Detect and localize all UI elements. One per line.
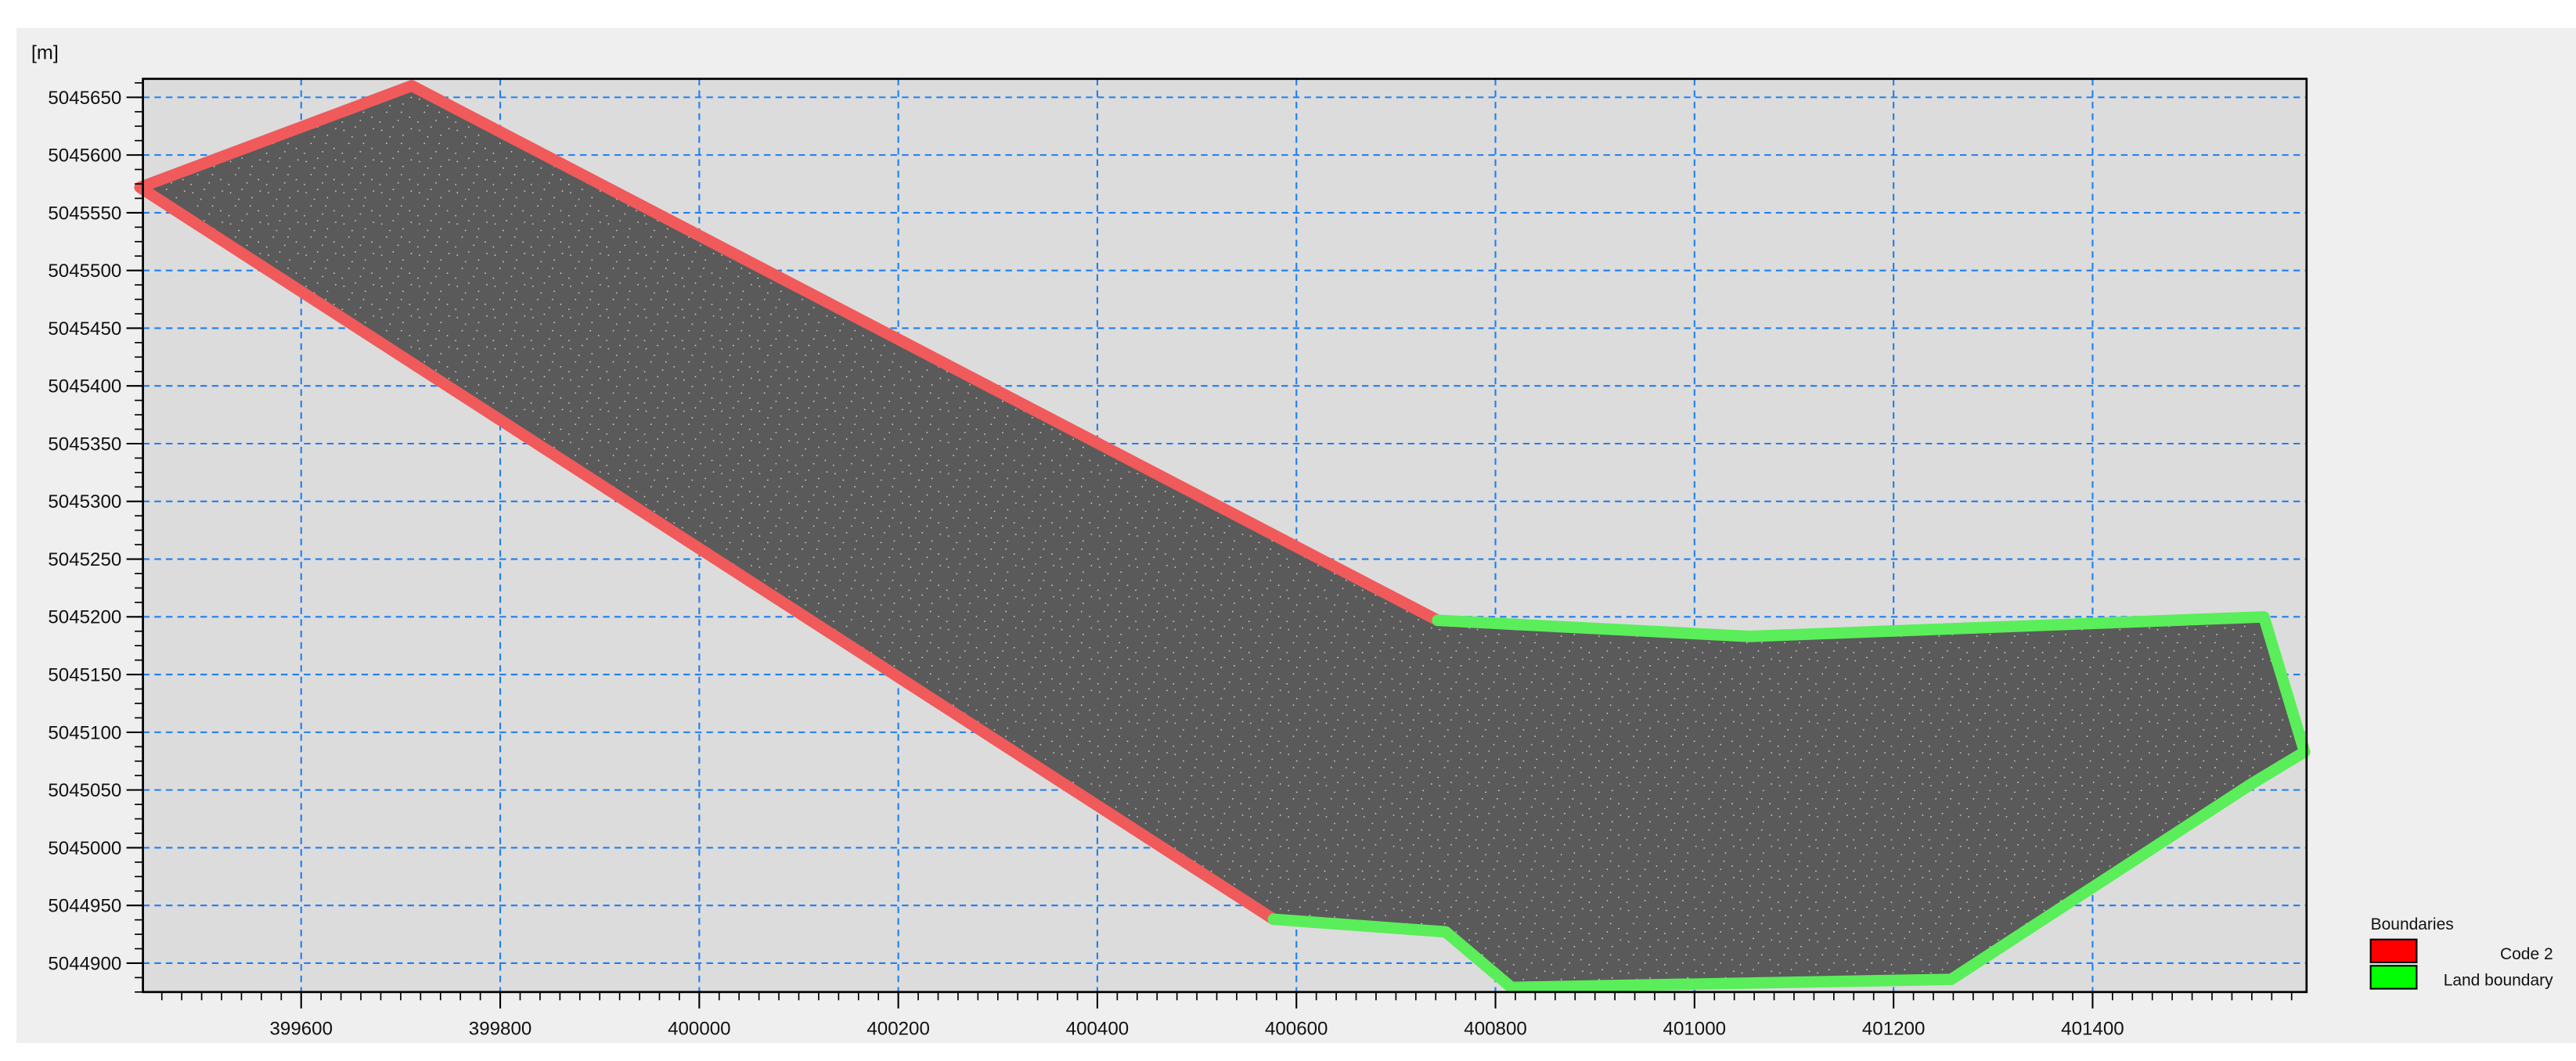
x-tick-label: 400600 xyxy=(1265,1018,1328,1039)
y-tick-label: 5044950 xyxy=(48,896,121,917)
x-tick-label: 400400 xyxy=(1066,1018,1129,1039)
y-tick-label: 5045650 xyxy=(48,88,121,109)
y-tick-label: 5045050 xyxy=(48,780,121,801)
x-tick-label: 401000 xyxy=(1663,1018,1727,1039)
y-tick-label: 5045600 xyxy=(48,146,121,167)
x-tick-label: 400800 xyxy=(1464,1018,1527,1039)
x-tick-label: 401200 xyxy=(1862,1018,1926,1039)
y-tick-label: 5045550 xyxy=(48,203,121,224)
y-tick-label: 5045200 xyxy=(48,607,121,628)
y-tick-label: 5045350 xyxy=(48,433,121,455)
x-tick-label: 400200 xyxy=(866,1018,930,1039)
y-tick-label: 5045500 xyxy=(48,261,121,282)
y-tick-label: 5044900 xyxy=(48,953,121,974)
boundary-map-chart: [m] 399600 399800 400000 400200 400400 400600… xyxy=(16,27,2576,1043)
legend-swatch-code-2 xyxy=(2369,938,2418,964)
legend-title: Boundaries xyxy=(2371,915,2454,933)
y-tick-label: 5045300 xyxy=(48,491,121,513)
x-tick-label: 399800 xyxy=(469,1018,532,1039)
x-tick-label: 400000 xyxy=(668,1018,731,1039)
x-tick-label: 399600 xyxy=(270,1018,333,1039)
legend-label-code-2: Code 2 xyxy=(2500,945,2553,963)
unit-label: [m] xyxy=(31,42,59,64)
y-tick-label: 5045100 xyxy=(48,722,121,743)
y-tick-label: 5045450 xyxy=(48,318,121,340)
y-tick-label: 5045000 xyxy=(48,838,121,859)
y-tick-label: 5045400 xyxy=(48,376,121,397)
legend-label-land-boundary: Land boundary xyxy=(2444,971,2553,989)
x-tick-label: 401400 xyxy=(2061,1018,2124,1039)
y-tick-label: 5045250 xyxy=(48,549,121,570)
legend-swatch-land-boundary xyxy=(2369,965,2418,990)
y-tick-label: 5045150 xyxy=(48,664,121,685)
